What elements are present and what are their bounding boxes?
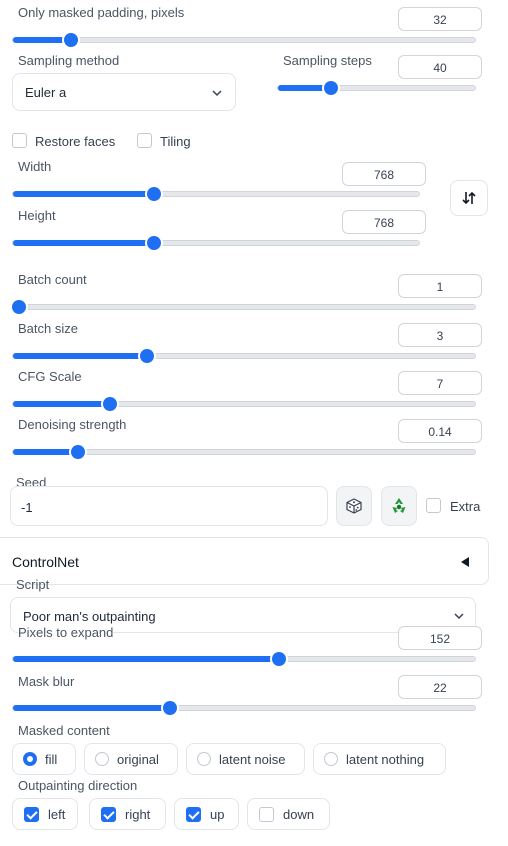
tiling-label: Tiling (160, 134, 191, 149)
mask-blur-label: Mask blur (18, 674, 75, 689)
radio-unselected (95, 752, 109, 766)
dice-icon (346, 498, 362, 514)
width-slider-fill (13, 191, 154, 197)
reuse-seed-button[interactable] (381, 486, 417, 526)
masked-content-label: Masked content (18, 723, 110, 738)
masked-content-option-label: latent noise (219, 751, 286, 767)
masked-content-option-fill[interactable]: fill (12, 743, 76, 775)
recycle-icon (392, 498, 406, 513)
chevron-down-icon (212, 90, 222, 97)
checkbox-unchecked (259, 806, 274, 822)
checkbox-checked (101, 806, 116, 822)
tiling-checkbox[interactable] (137, 133, 152, 148)
padding-slider[interactable] (12, 33, 476, 47)
direction-label: right (125, 806, 151, 822)
masked-content-option-original[interactable]: original (84, 743, 178, 775)
pixels-to-expand-input[interactable]: 152 (398, 626, 482, 650)
restore-faces-label: Restore faces (35, 134, 116, 149)
pixels-to-expand-slider-fill (13, 656, 279, 662)
height-slider-thumb[interactable] (146, 236, 161, 250)
width-slider-thumb[interactable] (146, 187, 161, 201)
height-slider-fill (13, 240, 154, 246)
swap-icon (462, 191, 476, 205)
script-label: Script (16, 577, 50, 592)
random-seed-button[interactable] (336, 486, 372, 526)
width-label: Width (18, 159, 52, 174)
masked-content-option-latent-nothing[interactable]: latent nothing (313, 743, 446, 775)
batch-count-slider-thumb[interactable] (12, 300, 26, 314)
mask-blur-slider-thumb[interactable] (163, 701, 178, 715)
checkbox-checked (186, 806, 201, 822)
pixels-to-expand-label: Pixels to expand (18, 625, 114, 640)
sampling-method-label: Sampling method (18, 53, 120, 68)
direction-label: left (48, 806, 66, 822)
extra-seed-label: Extra (450, 499, 481, 514)
masked-content-option-label: fill (45, 751, 58, 767)
denoising-strength-input[interactable]: 0.14 (398, 419, 482, 443)
masked-content-option-latent-noise[interactable]: latent noise (186, 743, 305, 775)
script-value: Poor man's outpainting (23, 609, 156, 624)
outpainting-direction-label: Outpainting direction (18, 778, 138, 793)
denoising-strength-slider-thumb[interactable] (70, 445, 85, 459)
cfg-scale-label: CFG Scale (18, 369, 82, 384)
swap-dimensions-button[interactable] (450, 180, 488, 216)
extra-seed-checkbox[interactable] (426, 498, 441, 513)
chevron-down-icon (454, 613, 464, 620)
pixels-to-expand-slider-thumb[interactable] (271, 652, 286, 666)
direction-up[interactable]: up (174, 798, 239, 830)
direction-left[interactable]: left (12, 798, 78, 830)
radio-unselected (324, 752, 338, 766)
width-slider[interactable] (12, 187, 420, 201)
batch-size-input[interactable]: 3 (398, 323, 482, 347)
mask-blur-slider[interactable] (12, 701, 476, 715)
restore-faces-checkbox[interactable] (12, 133, 27, 148)
cfg-scale-slider-thumb[interactable] (103, 397, 118, 411)
batch-size-slider-fill (13, 353, 147, 359)
cfg-scale-input[interactable]: 7 (398, 371, 482, 395)
direction-label: down (283, 806, 315, 822)
width-input[interactable]: 768 (342, 162, 426, 186)
batch-count-label: Batch count (18, 272, 87, 287)
masked-content-option-label: latent nothing (346, 751, 425, 767)
height-input[interactable]: 768 (342, 210, 426, 234)
batch-size-slider-thumb[interactable] (139, 349, 154, 363)
pixels-to-expand-slider[interactable] (12, 652, 476, 666)
radio-selected (23, 752, 37, 766)
checkbox-checked (24, 806, 39, 822)
mask-blur-input[interactable]: 22 (398, 675, 482, 699)
mask-blur-slider-fill (13, 705, 171, 711)
radio-unselected (197, 752, 211, 766)
padding-slider-thumb[interactable] (63, 33, 78, 47)
direction-down[interactable]: down (247, 798, 330, 830)
direction-right[interactable]: right (89, 798, 166, 830)
sampling-method-value: Euler a (25, 85, 67, 100)
denoising-strength-label: Denoising strength (18, 417, 127, 432)
batch-count-input[interactable]: 1 (398, 274, 482, 298)
sampling-steps-slider[interactable] (277, 81, 476, 95)
batch-count-slider[interactable] (12, 300, 476, 314)
sampling-method-select[interactable]: Euler a (12, 73, 236, 111)
controlnet-title: ControlNet (12, 554, 79, 570)
masked-content-option-label: original (117, 751, 159, 767)
sampling-steps-label: Sampling steps (283, 53, 372, 68)
direction-label: up (210, 806, 225, 822)
sampling-steps-input[interactable]: 40 (398, 55, 482, 79)
padding-input[interactable]: 32 (398, 7, 482, 31)
padding-label: Only masked padding, pixels (18, 5, 185, 20)
controlnet-accordion[interactable]: ControlNet (0, 537, 489, 585)
cfg-scale-slider-fill (13, 401, 111, 407)
height-slider[interactable] (12, 236, 420, 250)
height-label: Height (18, 208, 56, 223)
seed-value: -1 (21, 500, 33, 515)
padding-slider-fill (13, 37, 71, 43)
batch-size-label: Batch size (18, 321, 78, 336)
collapse-triangle-icon (461, 557, 469, 567)
sampling-steps-slider-thumb[interactable] (324, 81, 339, 95)
denoising-strength-slider[interactable] (12, 445, 476, 459)
denoising-strength-slider-fill (13, 449, 78, 455)
cfg-scale-slider[interactable] (12, 397, 476, 411)
batch-size-slider[interactable] (12, 349, 476, 363)
seed-input[interactable]: -1 (10, 486, 328, 526)
